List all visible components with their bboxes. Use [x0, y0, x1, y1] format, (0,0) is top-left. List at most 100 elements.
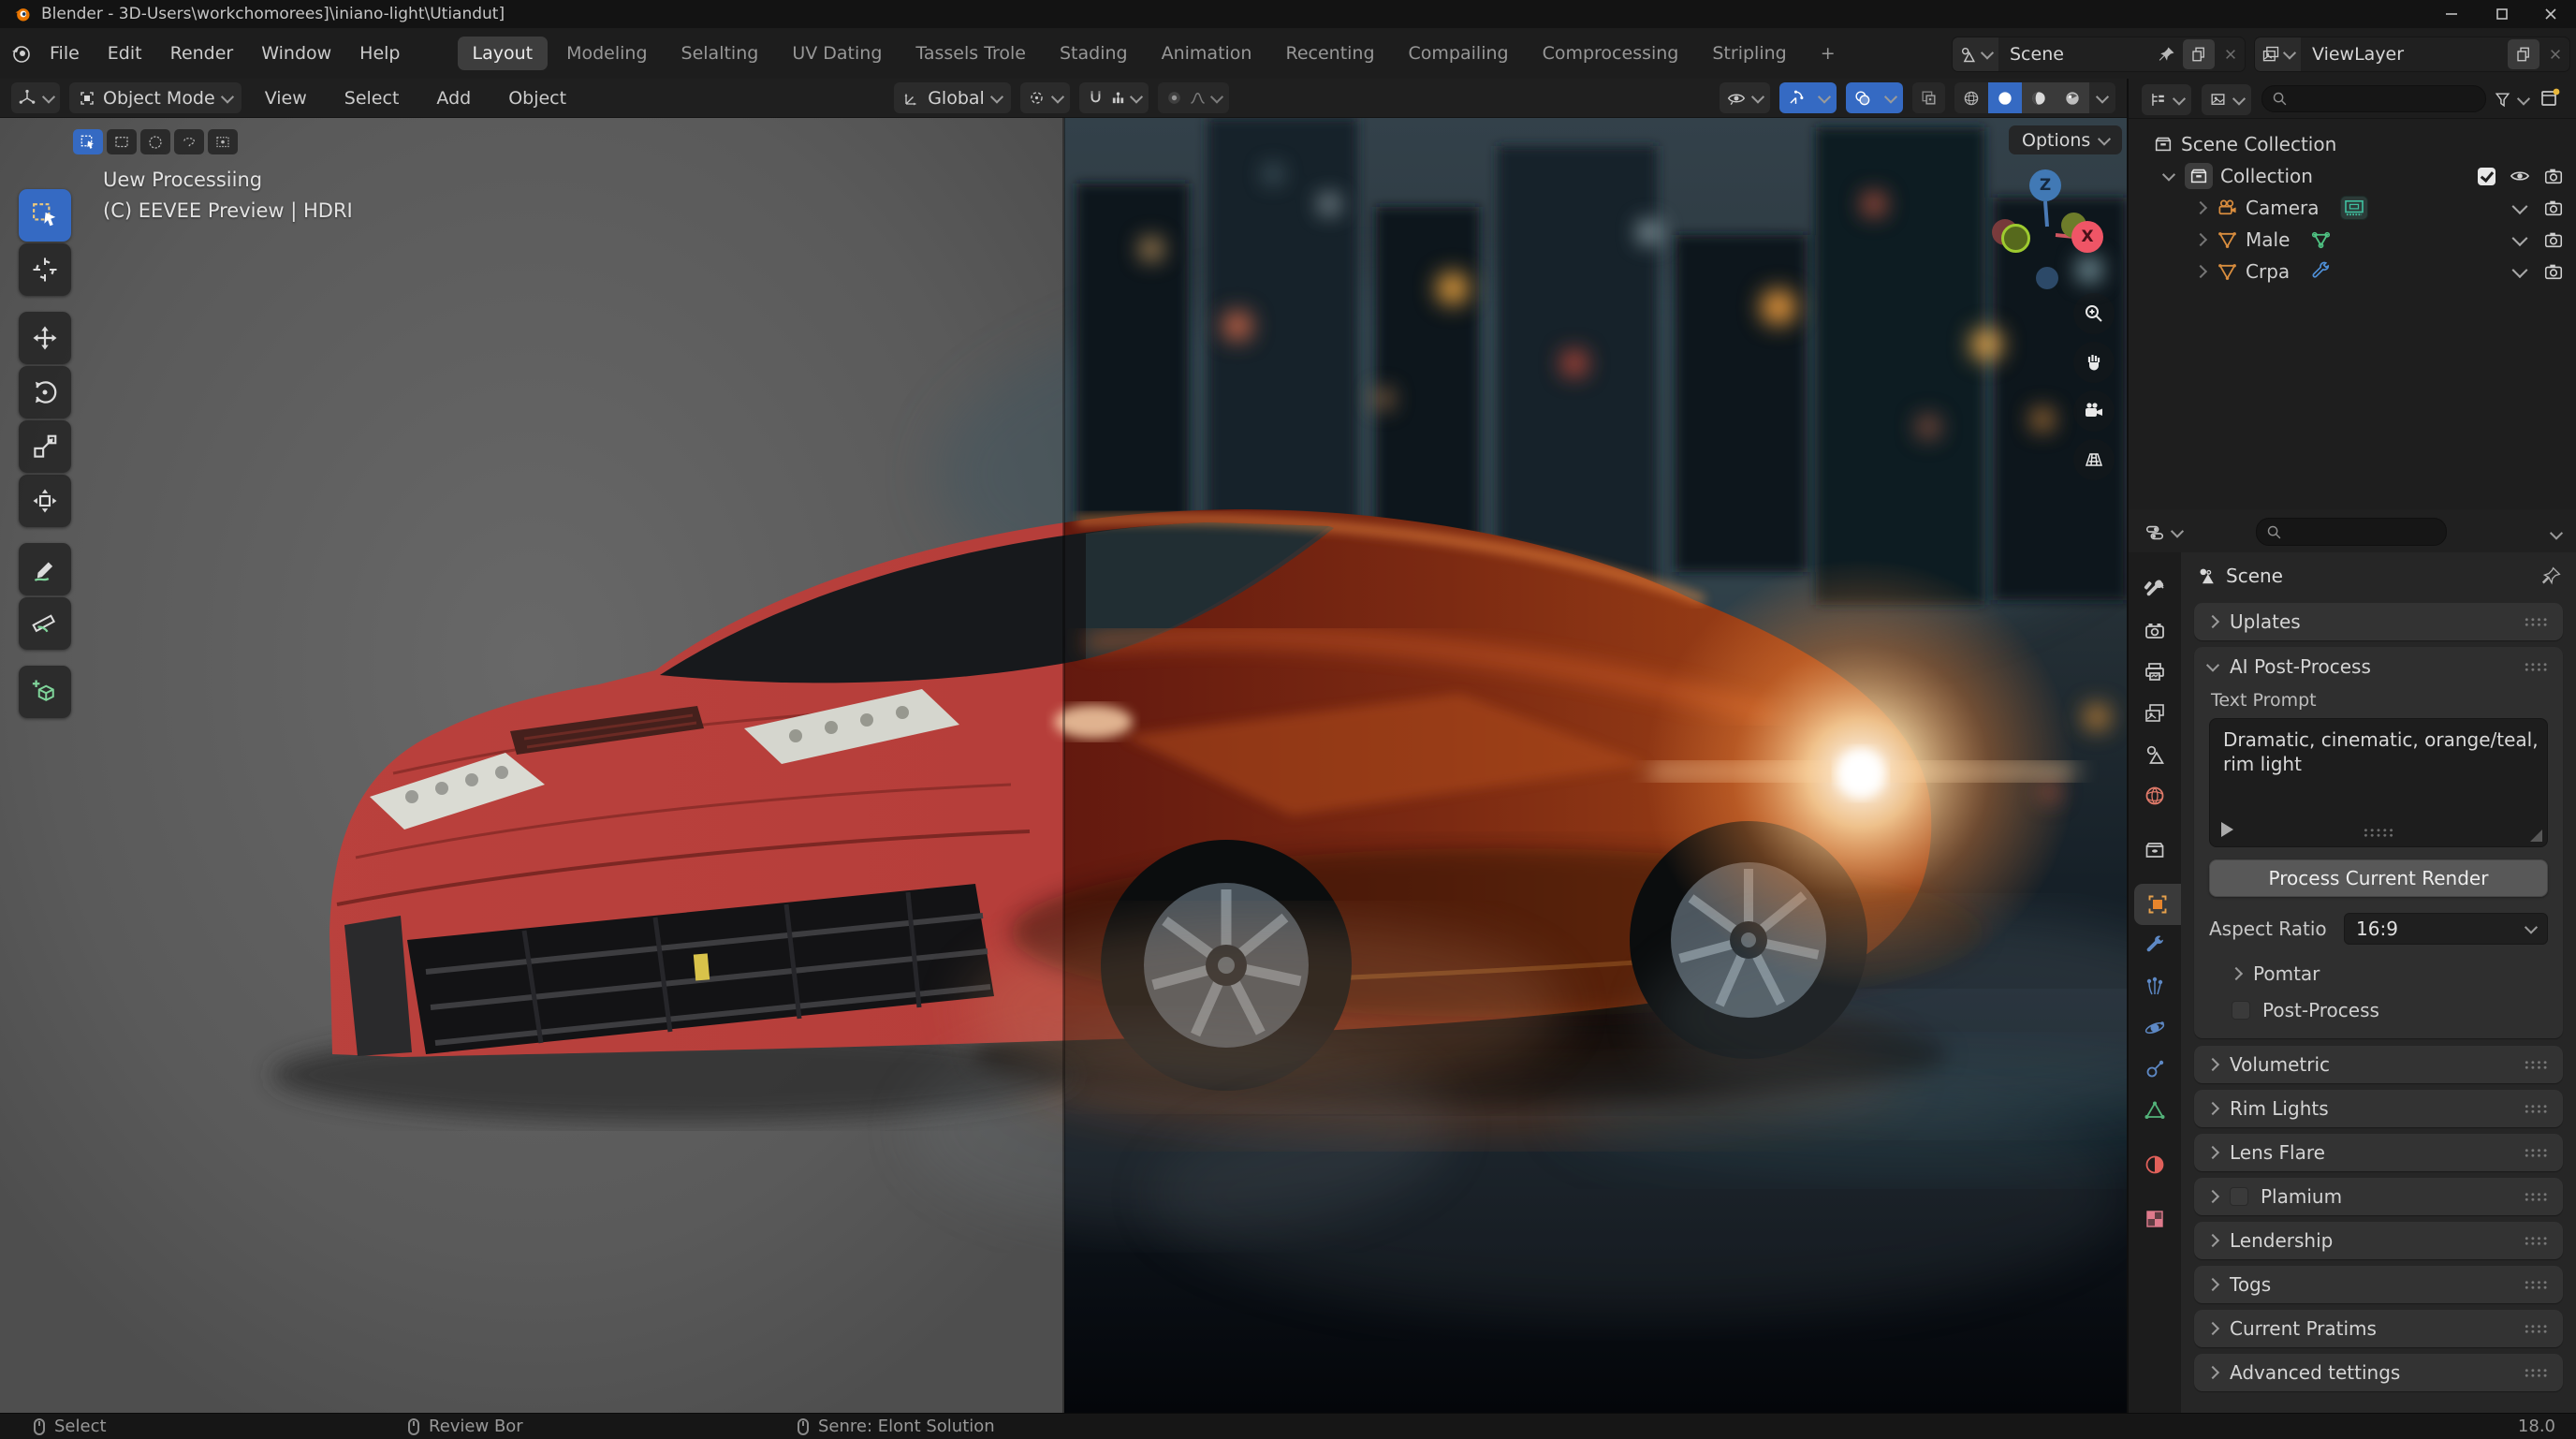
hide-eye-icon[interactable]: [2503, 166, 2537, 186]
subpanel-pomtar[interactable]: Pomtar: [2209, 962, 2548, 985]
gizmo-neg-z-axis[interactable]: [2036, 267, 2058, 289]
tab-uv-dating[interactable]: UV Dating: [777, 37, 897, 70]
render-visibility-icon[interactable]: [2537, 229, 2570, 250]
prompt-play-icon[interactable]: [2221, 822, 2233, 837]
menu-file[interactable]: File: [36, 37, 94, 69]
navigation-gizmo[interactable]: Z X: [1977, 159, 2127, 309]
process-current-render-button[interactable]: Process Current Render: [2209, 859, 2548, 897]
viewport-menu-add[interactable]: Add: [422, 82, 485, 114]
tab-tool[interactable]: [2129, 569, 2181, 610]
post-process-checkbox[interactable]: [2232, 1001, 2250, 1020]
outliner-row-scene-collection[interactable]: Scene Collection: [2129, 129, 2576, 159]
camera-view-button[interactable]: [2073, 390, 2115, 432]
select-mode-circle[interactable]: [140, 129, 170, 154]
tab-modifiers[interactable]: [2129, 925, 2181, 966]
tab-modeling[interactable]: Modeling: [551, 37, 662, 70]
outliner-filter-button[interactable]: [2486, 84, 2536, 115]
pin-scene-icon[interactable]: [2153, 37, 2181, 71]
select-mode-box[interactable]: [107, 129, 137, 154]
outliner-row-collection[interactable]: Collection: [2129, 161, 2576, 191]
tab-recenting[interactable]: Recenting: [1270, 37, 1389, 70]
tab-physics[interactable]: [2129, 1007, 2181, 1049]
shading-solid-button[interactable]: [1988, 82, 2022, 113]
outliner-display-mode-button[interactable]: [2142, 84, 2191, 115]
tool-transform[interactable]: [19, 475, 71, 527]
tab-scene[interactable]: [2129, 734, 2181, 775]
unlink-scene-icon[interactable]: [2217, 37, 2245, 71]
tab-object[interactable]: [2134, 884, 2181, 925]
tab-stripling[interactable]: Stripling: [1697, 37, 1801, 70]
viewport-menu-select[interactable]: Select: [330, 82, 414, 114]
panel-rim-lights[interactable]: Rim Lights: [2194, 1090, 2563, 1127]
tab-material[interactable]: [2129, 1144, 2181, 1185]
tab-output[interactable]: [2129, 652, 2181, 693]
tab-view-layer[interactable]: [2129, 693, 2181, 734]
options-button[interactable]: Options: [2009, 125, 2123, 154]
shading-wireframe-button[interactable]: [1954, 82, 1988, 113]
tool-cursor[interactable]: [19, 243, 71, 296]
show-gizmo-toggle[interactable]: [1779, 82, 1837, 113]
new-scene-button[interactable]: [2183, 39, 2215, 69]
plamium-checkbox[interactable]: [2230, 1187, 2248, 1206]
remove-viewlayer-icon[interactable]: [2541, 37, 2569, 71]
new-viewlayer-button[interactable]: [2508, 39, 2539, 69]
panel-advanced-tettings[interactable]: Advanced tettings: [2194, 1354, 2563, 1391]
scene-name[interactable]: Scene: [1998, 37, 2153, 71]
viewlayer-datablock-icon[interactable]: [2255, 37, 2301, 71]
panel-current-pratims[interactable]: Current Pratims: [2194, 1310, 2563, 1347]
tab-stading[interactable]: Stading: [1045, 37, 1143, 70]
transform-orientation-selector[interactable]: Global: [894, 82, 1011, 113]
tool-select-box[interactable]: [19, 189, 71, 242]
blender-menu-logo-icon[interactable]: [9, 42, 32, 65]
render-visibility-icon[interactable]: [2537, 261, 2570, 282]
scene-datablock-icon[interactable]: [1953, 37, 1998, 71]
tab-tassels-trole[interactable]: Tassels Trole: [900, 37, 1041, 70]
proportional-editing-controls[interactable]: [1157, 82, 1229, 113]
tab-selalting[interactable]: Selalting: [666, 37, 774, 70]
tab-collection[interactable]: [2129, 830, 2181, 871]
xray-toggle[interactable]: [1912, 82, 1945, 113]
tab-compailing[interactable]: Compailing: [1394, 37, 1524, 70]
viewlayer-name[interactable]: ViewLayer: [2301, 37, 2506, 71]
object-visibility-button[interactable]: [1720, 82, 1770, 113]
properties-options-chevron[interactable]: [2549, 525, 2564, 543]
hide-chevron-icon[interactable]: [2503, 198, 2537, 218]
tab-texture[interactable]: [2129, 1198, 2181, 1240]
panel-lendership[interactable]: Lendership: [2194, 1222, 2563, 1259]
shading-material-button[interactable]: [2022, 82, 2056, 113]
tool-rotate[interactable]: [19, 366, 71, 418]
outliner-row-male[interactable]: Male: [2129, 225, 2576, 255]
properties-editor-type-button[interactable]: [2138, 517, 2188, 548]
outliner-search-input[interactable]: [2261, 85, 2486, 112]
tab-particles[interactable]: [2129, 966, 2181, 1007]
viewport-menu-object[interactable]: Object: [494, 82, 580, 114]
outliner-new-collection-button[interactable]: [2539, 86, 2561, 109]
panel-uplates[interactable]: Uplates: [2194, 603, 2563, 640]
tab-object-data[interactable]: [2129, 1090, 2181, 1131]
collection-checkbox[interactable]: [2469, 166, 2503, 186]
3d-viewport[interactable]: Object Mode View Select Add Object Globa…: [0, 79, 2127, 1413]
gizmo-x-axis[interactable]: X: [2071, 221, 2103, 253]
prompt-grip[interactable]: [2363, 828, 2394, 837]
properties-search-input[interactable]: [2256, 518, 2447, 546]
outliner-row-crpa[interactable]: Crpa: [2129, 257, 2576, 286]
shading-dropdown[interactable]: [2089, 89, 2115, 107]
editor-type-button[interactable]: [11, 82, 60, 113]
gizmo-y-axis[interactable]: [2001, 224, 2030, 253]
mode-selector[interactable]: Object Mode: [69, 82, 242, 113]
menu-help[interactable]: Help: [345, 37, 414, 69]
aspect-ratio-select[interactable]: 16:9: [2344, 913, 2548, 945]
tab-layout[interactable]: Layout: [457, 37, 549, 70]
select-mode-tweak[interactable]: [73, 129, 103, 154]
breadcrumb-scene[interactable]: Scene: [2226, 565, 2283, 587]
pan-button[interactable]: [2073, 342, 2115, 383]
tab-render[interactable]: [2129, 610, 2181, 652]
select-mode-lasso[interactable]: [174, 129, 204, 154]
tool-move[interactable]: [19, 312, 71, 364]
gizmo-z-axis[interactable]: Z: [2029, 169, 2061, 201]
outliner-filter-id-button[interactable]: [2202, 84, 2251, 115]
add-workspace-button[interactable]: +: [1806, 37, 1851, 70]
render-visibility-icon[interactable]: [2537, 198, 2570, 218]
panel-ai-header[interactable]: AI Post-Process: [2194, 647, 2563, 686]
maximize-button[interactable]: [2486, 0, 2518, 28]
